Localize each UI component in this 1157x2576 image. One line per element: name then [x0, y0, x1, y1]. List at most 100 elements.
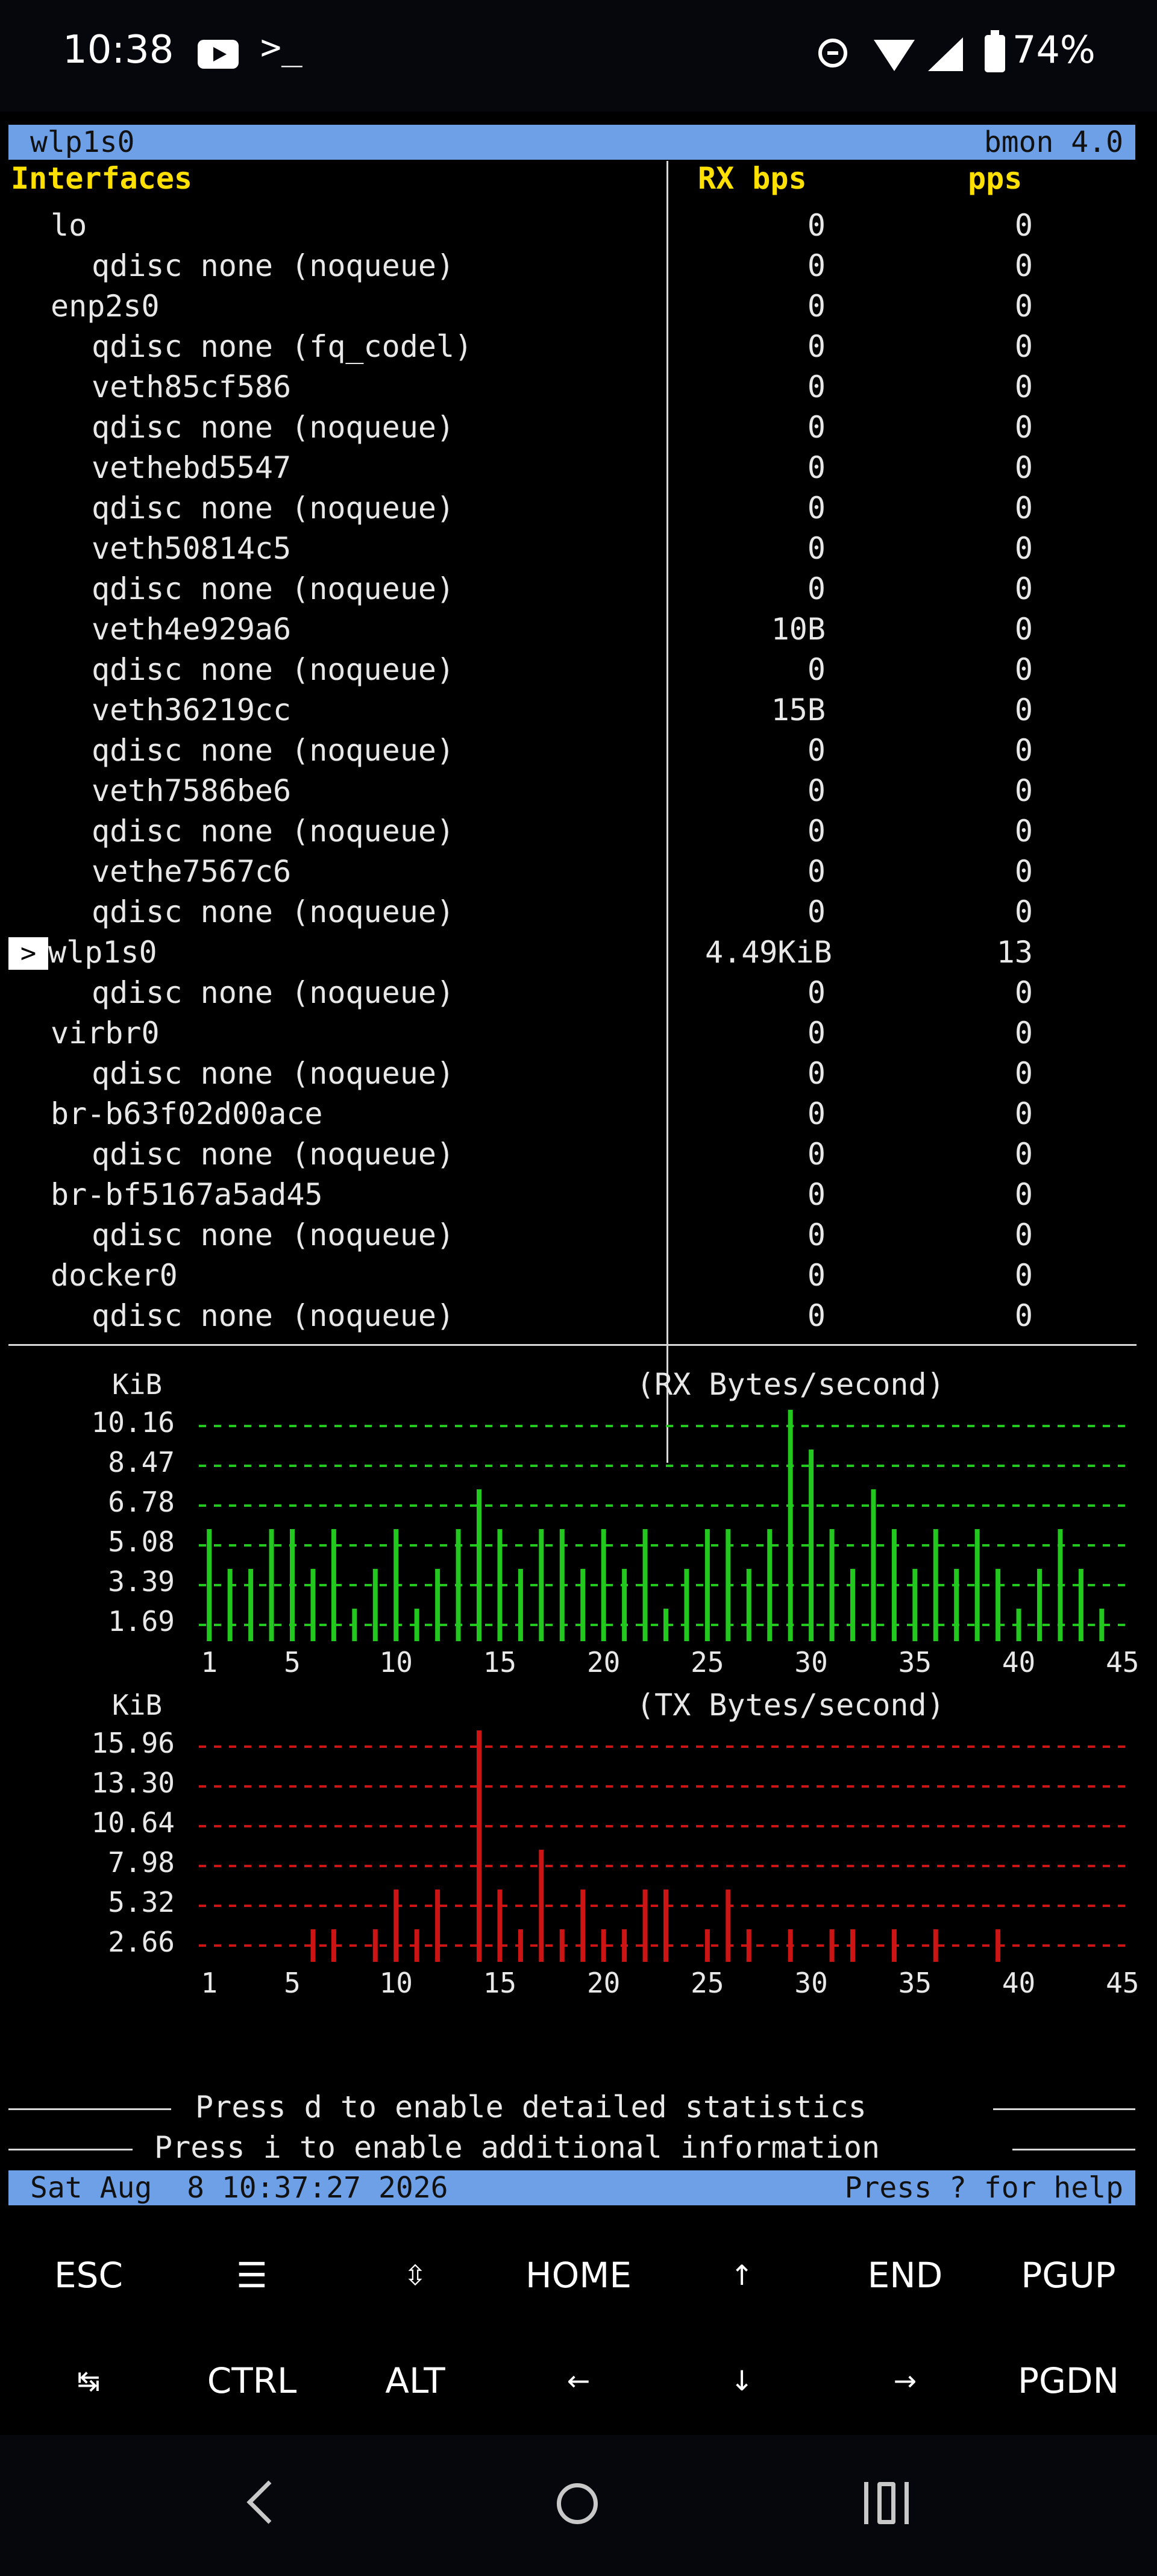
youtube-icon: [198, 40, 239, 69]
interface-row[interactable]: qdisc none (noqueue) 0 0: [0, 1296, 1157, 1336]
arrow-up-key[interactable]: ↑: [663, 2224, 820, 2326]
end-key[interactable]: END: [827, 2224, 983, 2326]
interface-row[interactable]: veth7586be6 0 0: [0, 771, 1157, 811]
interface-row[interactable]: br-b63f02d00ace 0 0: [0, 1094, 1157, 1134]
interface-name: qdisc none (noqueue): [92, 410, 455, 445]
graph-bar: [477, 1489, 481, 1641]
graph-bar: [269, 1529, 274, 1641]
interface-row[interactable]: veth85cf586 0 0: [0, 367, 1157, 407]
graph-bar: [704, 1529, 710, 1641]
graph-bar: [1037, 1569, 1042, 1641]
y-tick-label: 7.98: [108, 1846, 175, 1879]
interface-rx-bps: 0: [807, 733, 826, 768]
interface-row[interactable]: veth36219cc 15B 0: [0, 690, 1157, 730]
graph-bar: [456, 1529, 461, 1641]
recents-icon[interactable]: [864, 2482, 909, 2524]
interface-pps: 0: [1014, 1137, 1033, 1172]
interface-row[interactable]: qdisc none (noqueue) 0 0: [0, 407, 1157, 448]
tab-key[interactable]: ↹: [10, 2329, 167, 2432]
x-tick-label: 30: [794, 1646, 828, 1679]
home-key[interactable]: HOME: [500, 2224, 657, 2326]
y-tick-label: 5.32: [108, 1886, 175, 1918]
graph-bar: [310, 1569, 316, 1641]
interface-row[interactable]: enp2s0 0 0: [0, 286, 1157, 327]
graph-bar: [477, 1730, 481, 1962]
graph-bar: [352, 1609, 357, 1641]
interface-row[interactable]: docker0 0 0: [0, 1255, 1157, 1296]
wifi-icon: [874, 40, 915, 71]
interface-row[interactable]: qdisc none (noqueue) 0 0: [0, 246, 1157, 286]
arrow-right-key[interactable]: →: [827, 2329, 983, 2432]
interface-pps: 0: [1014, 733, 1033, 768]
x-tick-label: 25: [691, 1967, 724, 1999]
interface-row[interactable]: virbr0 0 0: [0, 1013, 1157, 1054]
interface-row[interactable]: vethe7567c6 0 0: [0, 852, 1157, 892]
hint-rule-left-2: [8, 2149, 133, 2150]
back-icon[interactable]: [246, 2480, 290, 2524]
interface-name: vethebd5547: [92, 450, 292, 485]
interface-row[interactable]: veth50814c5 0 0: [0, 529, 1157, 569]
interface-rx-bps: 0: [807, 491, 826, 526]
interface-row[interactable]: qdisc none (fq_codel) 0 0: [0, 327, 1157, 367]
graph-bar: [1058, 1529, 1063, 1641]
graph-bar: [435, 1890, 441, 1962]
rx-graph-title: (RX Bytes/second): [636, 1367, 945, 1402]
interface-row[interactable]: veth4e929a6 10B 0: [0, 609, 1157, 650]
interface-pps: 0: [1014, 1298, 1033, 1333]
interface-pps: 0: [1014, 1096, 1033, 1131]
arrow-down-key[interactable]: ↓: [663, 2329, 820, 2432]
esc-key[interactable]: ESC: [10, 2224, 167, 2326]
interface-pps: 0: [1014, 410, 1033, 445]
x-tick-label: 35: [898, 1967, 932, 1999]
interface-row-selected[interactable]: > wlp1s0 4.49KiB 13: [0, 932, 1157, 973]
interface-row[interactable]: qdisc none (noqueue) 0 0: [0, 650, 1157, 690]
pgup-key[interactable]: PGUP: [990, 2224, 1147, 2326]
graph-bar: [684, 1569, 689, 1641]
interface-row[interactable]: qdisc none (noqueue) 0 0: [0, 730, 1157, 771]
menu-key[interactable]: ☰: [174, 2224, 330, 2326]
interface-rx-bps: 0: [807, 1056, 826, 1091]
interface-name: qdisc none (noqueue): [92, 733, 455, 768]
interface-name: veth85cf586: [92, 369, 292, 404]
interface-row[interactable]: qdisc none (noqueue) 0 0: [0, 569, 1157, 609]
interface-row[interactable]: qdisc none (noqueue) 0 0: [0, 1215, 1157, 1255]
pgdn-key[interactable]: PGDN: [990, 2329, 1147, 2432]
interface-rx-bps: 0: [807, 1298, 826, 1333]
pps-header: pps: [968, 161, 1023, 196]
graph-bar: [394, 1890, 399, 1962]
graph-bar: [663, 1890, 668, 1962]
interface-rx-bps: 0: [807, 531, 826, 566]
interface-rx-bps: 0: [807, 248, 826, 283]
terminal-view[interactable]: wlp1s0 bmon 4.0 Interfaces RX bps pps lo…: [0, 112, 1157, 2224]
interface-row[interactable]: qdisc none (noqueue) 0 0: [0, 1054, 1157, 1094]
interface-row[interactable]: qdisc none (noqueue) 0 0: [0, 1134, 1157, 1175]
interface-pps: 0: [1014, 975, 1033, 1010]
x-tick-label: 35: [898, 1646, 932, 1679]
interface-row[interactable]: br-bf5167a5ad45 0 0: [0, 1175, 1157, 1215]
interface-name: docker0: [51, 1258, 178, 1293]
home-icon[interactable]: [557, 2483, 598, 2524]
x-tick-label: 20: [586, 1646, 621, 1679]
interface-row[interactable]: lo 0 0: [0, 206, 1157, 246]
interface-rx-bps: 0: [807, 1137, 826, 1172]
interface-row[interactable]: vethebd5547 0 0: [0, 448, 1157, 488]
scroll-toggle-key[interactable]: ⇳: [337, 2224, 494, 2326]
alt-key[interactable]: ALT: [337, 2329, 494, 2432]
interface-row[interactable]: qdisc none (noqueue) 0 0: [0, 811, 1157, 852]
arrow-left-key[interactable]: ←: [500, 2329, 657, 2432]
ctrl-key[interactable]: CTRL: [174, 2329, 330, 2432]
graph-bar: [1078, 1569, 1083, 1641]
interface-row[interactable]: qdisc none (noqueue) 0 0: [0, 488, 1157, 529]
graph-bar: [933, 1929, 938, 1962]
interface-pps: 0: [1014, 491, 1033, 526]
battery-percent: 74%: [1012, 28, 1096, 72]
bmon-title-bar: wlp1s0 bmon 4.0: [8, 125, 1135, 160]
hint-rule-right-2: [1012, 2149, 1135, 2150]
graph-bar: [414, 1929, 419, 1962]
graph-bar: [746, 1569, 751, 1641]
interface-name: virbr0: [51, 1016, 160, 1051]
graph-bar: [601, 1929, 606, 1962]
interface-row[interactable]: qdisc none (noqueue) 0 0: [0, 973, 1157, 1013]
interface-row[interactable]: qdisc none (noqueue) 0 0: [0, 892, 1157, 932]
graph-bar: [580, 1890, 586, 1962]
